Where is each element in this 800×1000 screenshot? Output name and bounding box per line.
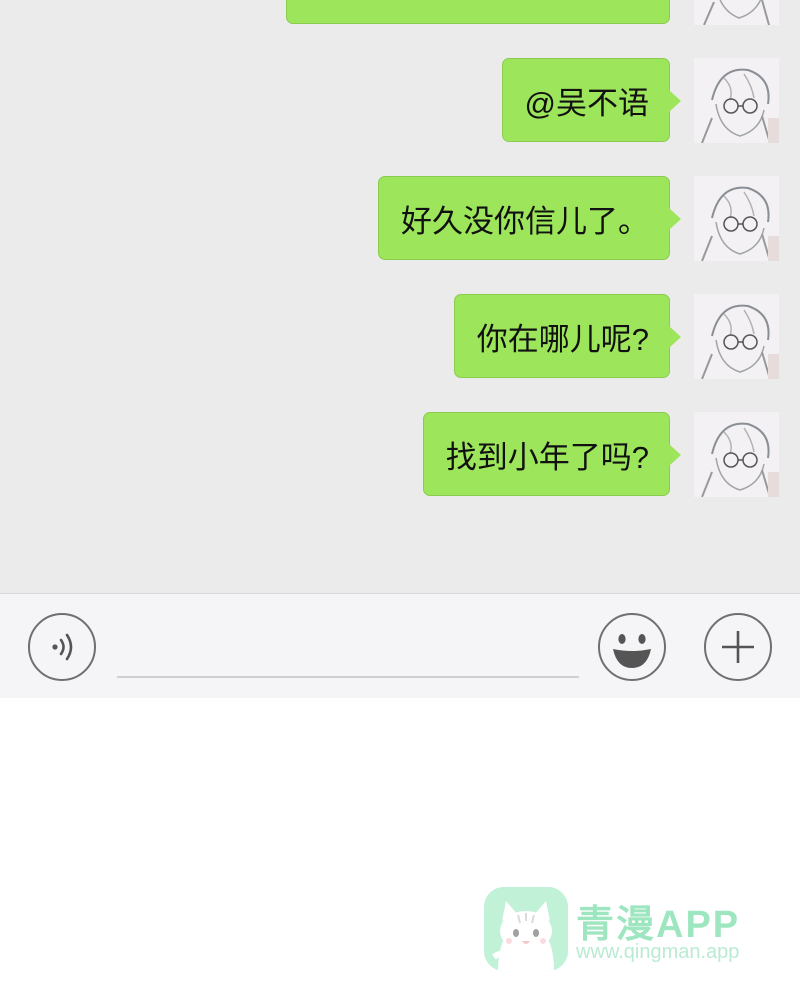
avatar-sketch-image: [694, 176, 779, 261]
avatar-sketch-image: [694, 412, 779, 497]
smiley-face-icon: [613, 634, 651, 668]
watermark-url: www.qingman.app: [576, 941, 740, 963]
avatar[interactable]: [694, 294, 779, 379]
watermark: 青漫APP www.qingman.app: [484, 887, 754, 973]
message-bubble[interactable]: @吴不语: [501, 58, 682, 142]
voice-wave-icon: [52, 633, 73, 661]
avatar-sketch-image: [694, 294, 779, 379]
watermark-cat-logo-icon: [484, 887, 568, 971]
voice-input-button[interactable]: [28, 613, 96, 681]
more-options-button[interactable]: [704, 613, 772, 681]
avatar[interactable]: [694, 58, 779, 143]
message-bubble[interactable]: 好久没你信儿了。: [378, 176, 681, 260]
watermark-title: 青漫APP: [576, 904, 741, 946]
message-bubble[interactable]: 找到小年了吗?: [422, 412, 682, 496]
avatar-sketch-image: [694, 0, 779, 25]
message-bubble-cutoff[interactable]: [286, 0, 670, 24]
emoji-button[interactable]: [598, 613, 666, 681]
message-bubble[interactable]: 你在哪儿呢?: [453, 294, 682, 378]
message-input-bar: [0, 593, 800, 698]
plus-icon: [722, 631, 754, 663]
avatar[interactable]: [694, 176, 779, 261]
chat-area[interactable]: @吴不语 好久没你信儿了。 你在哪儿呢? 找到小年了吗?: [0, 0, 800, 593]
avatar[interactable]: [694, 0, 779, 25]
avatar[interactable]: [694, 412, 779, 497]
avatar-sketch-image: [694, 58, 779, 143]
message-input[interactable]: [117, 612, 579, 678]
